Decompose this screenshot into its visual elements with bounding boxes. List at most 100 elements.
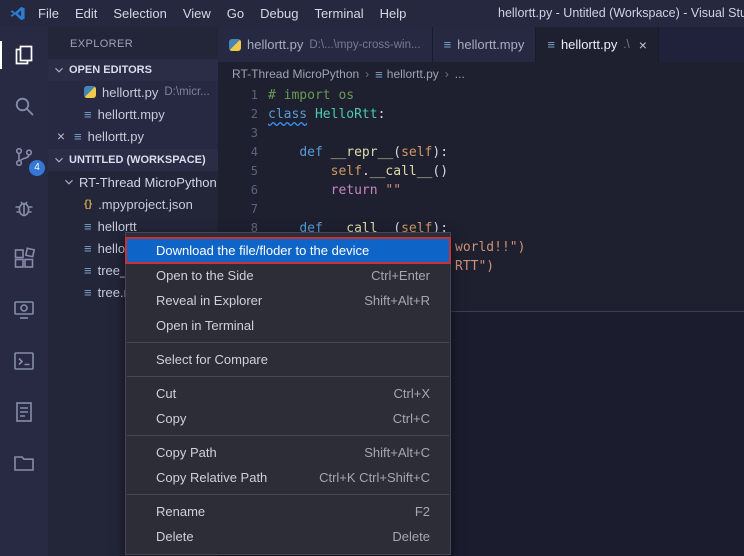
context-menu-item[interactable]: Copy Relative Path Ctrl+K Ctrl+Shift+C bbox=[126, 465, 450, 490]
code-line[interactable]: 5 self.__call__() bbox=[218, 162, 744, 181]
menu-go[interactable]: Go bbox=[219, 0, 252, 27]
file-name: hellortt.mpy bbox=[98, 107, 165, 122]
menu-item-label: Open to the Side bbox=[156, 268, 254, 283]
tab-path-detail: .\ bbox=[623, 39, 629, 51]
line-number: 3 bbox=[218, 124, 258, 143]
file-list-icon: ≡ bbox=[444, 38, 452, 51]
context-menu-item[interactable]: CopyCtrl+C bbox=[126, 406, 450, 431]
context-menu-item[interactable]: RenameF2 bbox=[126, 499, 450, 524]
terminal-icon[interactable] bbox=[10, 347, 38, 375]
menu-selection[interactable]: Selection bbox=[105, 0, 174, 27]
code-line[interactable]: 1# import os bbox=[218, 86, 744, 105]
output-icon[interactable] bbox=[10, 398, 38, 426]
open-editor-item[interactable]: ×≡hellortt.py bbox=[48, 125, 218, 147]
context-menu-item[interactable]: CutCtrl+X bbox=[126, 381, 450, 406]
open-editors-list: hellortt.pyD:\micr... ≡ hellortt.mpy × ≡ hell… bbox=[48, 81, 218, 149]
line-text: return "" bbox=[258, 181, 401, 200]
tab-label: hellortt.py bbox=[247, 37, 303, 52]
context-menu-item[interactable]: Open to the Side Ctrl+Enter bbox=[126, 263, 450, 288]
tree-folder-rt-thread-micropython[interactable]: RT-Thread MicroPython bbox=[48, 171, 218, 193]
workspace-header[interactable]: UNTITLED (WORKSPACE) bbox=[48, 149, 218, 171]
menu-item-label: Copy Path bbox=[156, 445, 217, 460]
code-line[interactable]: 4 def __repr__(self): bbox=[218, 143, 744, 162]
file-list-icon: ≡ bbox=[84, 264, 92, 277]
menu-file[interactable]: File bbox=[30, 0, 67, 27]
menu-item-shortcut: Shift+Alt+C bbox=[364, 445, 430, 460]
tab-hellortt.py[interactable]: hellortt.pyD:\...\mpy-cross-win... bbox=[218, 27, 433, 62]
menu-item-shortcut: Ctrl+K Ctrl+Shift+C bbox=[319, 470, 430, 485]
chevron-down-icon bbox=[52, 63, 66, 77]
chevron-right-icon: › bbox=[445, 67, 449, 81]
menu-debug[interactable]: Debug bbox=[252, 0, 306, 27]
title-bar: FileEditSelectionViewGoDebugTerminalHelp… bbox=[0, 0, 744, 27]
search-icon[interactable] bbox=[10, 92, 38, 120]
line-number: 6 bbox=[218, 181, 258, 200]
tab-label: hellortt.py bbox=[561, 37, 617, 52]
context-menu-item[interactable]: Select for Compare bbox=[126, 347, 450, 372]
file-list-icon: ≡ bbox=[74, 130, 82, 143]
line-text: def __repr__(self): bbox=[258, 143, 448, 162]
debug-icon[interactable] bbox=[10, 194, 38, 222]
menu-help[interactable]: Help bbox=[372, 0, 415, 27]
python-icon bbox=[84, 86, 96, 98]
open-editors-header[interactable]: OPEN EDITORS bbox=[48, 59, 218, 81]
menu-item-label: Delete bbox=[156, 529, 194, 544]
menu-separator bbox=[127, 342, 449, 343]
code-line[interactable]: 7 bbox=[218, 200, 744, 219]
breadcrumb-label: RT-Thread MicroPython bbox=[232, 67, 359, 81]
open-editors-label: OPEN EDITORS bbox=[69, 64, 152, 76]
context-menu-item[interactable]: Download the file/floder to the device bbox=[126, 238, 450, 263]
folder-icon[interactable] bbox=[10, 449, 38, 477]
open-editor-item[interactable]: hellortt.pyD:\micr... bbox=[48, 81, 218, 103]
source-control-icon[interactable]: 4 bbox=[10, 143, 38, 171]
window-title: hellortt.py - Untitled (Workspace) - Vis… bbox=[498, 0, 744, 27]
source-control-badge: 4 bbox=[29, 160, 45, 176]
open-editor-item[interactable]: ≡ hellortt.mpy bbox=[48, 103, 218, 125]
tab-label: hellortt.mpy bbox=[457, 37, 524, 52]
line-number: 7 bbox=[218, 200, 258, 219]
code-line[interactable]: 3 bbox=[218, 124, 744, 143]
line-number: 2 bbox=[218, 105, 258, 124]
menu-separator bbox=[127, 435, 449, 436]
code-line[interactable]: 6 return "" bbox=[218, 181, 744, 200]
breadcrumb-item[interactable]: ≡hellortt.py bbox=[375, 67, 439, 81]
close-icon[interactable]: × bbox=[639, 38, 647, 52]
menu-item-shortcut: Ctrl+Enter bbox=[371, 268, 430, 283]
menu-terminal[interactable]: Terminal bbox=[306, 0, 371, 27]
file-list-icon: ≡ bbox=[84, 286, 92, 299]
line-text bbox=[258, 200, 268, 219]
workspace-label: UNTITLED (WORKSPACE) bbox=[69, 154, 206, 166]
extensions-icon[interactable] bbox=[10, 245, 38, 273]
context-menu-item[interactable]: Reveal in ExplorerShift+Alt+R bbox=[126, 288, 450, 313]
context-menu-item[interactable]: Open in Terminal bbox=[126, 313, 450, 338]
tree-file-item[interactable]: {}.mpyproject.json bbox=[48, 193, 218, 215]
menu-item-shortcut: F2 bbox=[415, 504, 430, 519]
breadcrumb-item[interactable]: RT-Thread MicroPython bbox=[232, 67, 359, 81]
code-line[interactable]: 2class HelloRtt: bbox=[218, 105, 744, 124]
json-braces-icon: {} bbox=[84, 198, 92, 210]
chevron-down-icon bbox=[62, 175, 76, 189]
file-name: hellortt.py bbox=[102, 85, 158, 100]
context-menu-item[interactable]: DeleteDelete bbox=[126, 524, 450, 549]
menu-item-label: Copy Relative Path bbox=[156, 470, 267, 485]
menu-item-label: Open in Terminal bbox=[156, 318, 254, 333]
tab-hellortt.py[interactable]: ≡hellortt.py.\× bbox=[536, 27, 659, 62]
context-menu-item[interactable]: Copy Path Shift+Alt+C bbox=[126, 440, 450, 465]
menu-view[interactable]: View bbox=[175, 0, 219, 27]
line-number: 1 bbox=[218, 86, 258, 105]
line-number: 4 bbox=[218, 143, 258, 162]
line-text bbox=[258, 124, 268, 143]
close-icon[interactable]: × bbox=[54, 129, 68, 143]
chevron-down-icon bbox=[52, 153, 66, 167]
line-text: # import os bbox=[258, 86, 354, 105]
menu-edit[interactable]: Edit bbox=[67, 0, 105, 27]
breadcrumb-item[interactable]: ... bbox=[455, 67, 465, 81]
tab-hellortt.mpy[interactable]: ≡ hellortt.mpy bbox=[433, 27, 537, 62]
files-icon[interactable] bbox=[10, 41, 38, 69]
breadcrumb[interactable]: RT-Thread MicroPython › ≡hellortt.py ›... bbox=[218, 62, 744, 86]
file-list-icon: ≡ bbox=[84, 108, 92, 121]
remote-icon[interactable] bbox=[10, 296, 38, 324]
chevron-right-icon: › bbox=[365, 67, 369, 81]
activity-bar: 4 bbox=[0, 27, 48, 556]
context-menu: Download the file/floder to the deviceOp… bbox=[125, 232, 451, 555]
